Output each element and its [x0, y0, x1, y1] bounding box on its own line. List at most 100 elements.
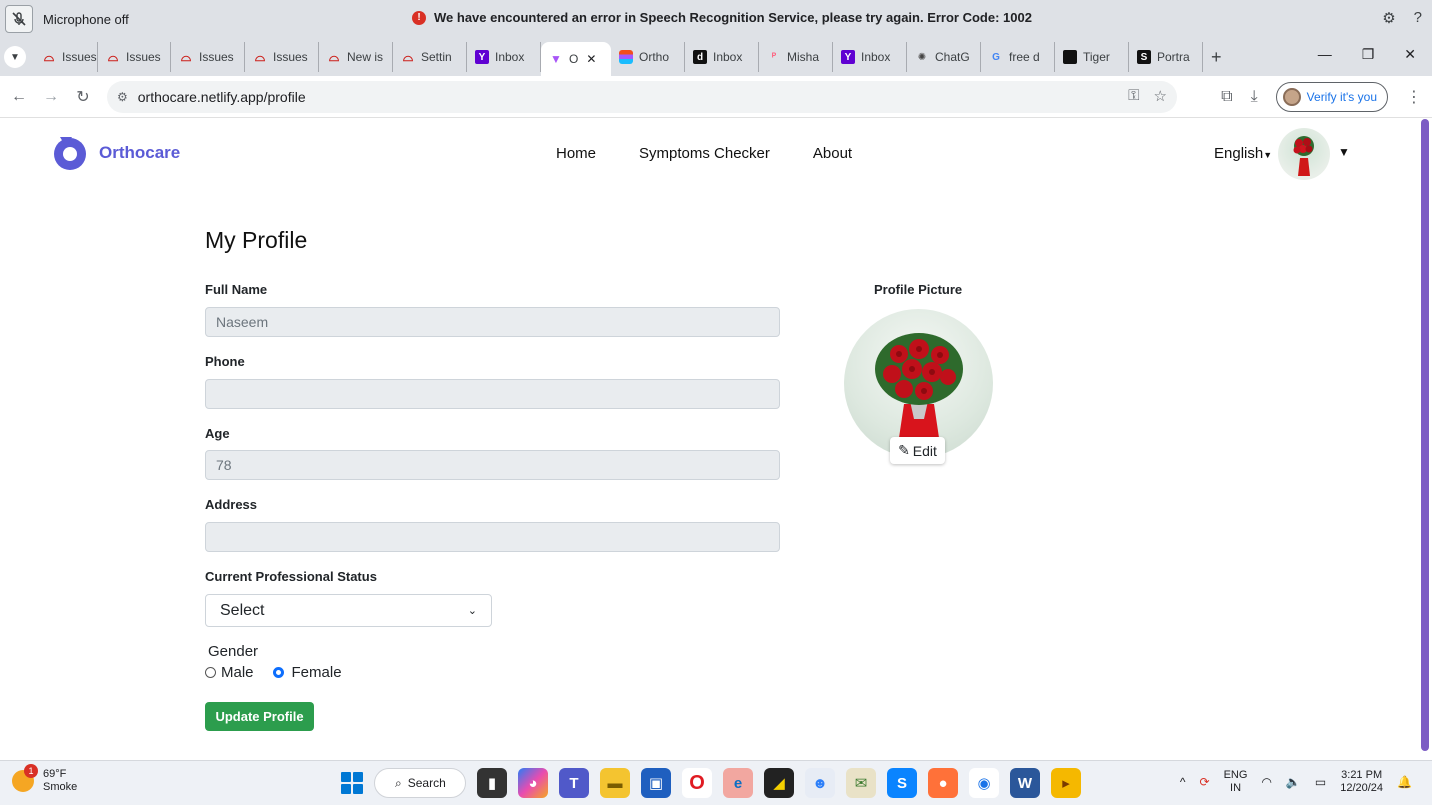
wifi-icon[interactable]: ◠ [1261, 775, 1271, 789]
age-input[interactable]: 78 [205, 450, 780, 480]
microsoft-store-icon[interactable]: ▣ [641, 768, 671, 798]
browser-tab[interactable]: Y Inbox [833, 42, 907, 72]
clock-date: 12/20/24 [1340, 782, 1384, 794]
skype-icon[interactable]: S [887, 768, 917, 798]
browser-tab[interactable]: Gfree d [981, 42, 1055, 72]
tab-search-chevron-down-icon[interactable]: ▼ [4, 46, 26, 68]
password-key-icon[interactable]: ⚿ [1128, 87, 1139, 105]
gender-male-label[interactable]: Male [221, 664, 254, 681]
nav-about-link[interactable]: About [813, 145, 852, 162]
page-scrollbar[interactable] [1414, 119, 1432, 760]
s-app-icon: S [1137, 50, 1151, 64]
forward-arrow-icon[interactable]: → [38, 88, 64, 106]
gender-female-radio[interactable] [272, 667, 284, 678]
browser-menu-kebab-icon[interactable]: ⋮ [1406, 87, 1422, 107]
people-icon[interactable]: ☻ [805, 768, 835, 798]
browser-tab[interactable]: ⌓ New is [319, 42, 393, 72]
full-name-label: Full Name [205, 282, 268, 297]
phone-input[interactable] [205, 379, 780, 409]
gender-label: Gender [208, 643, 259, 660]
tab-label: Misha [787, 50, 820, 64]
browser-tab[interactable]: S Portra [1129, 42, 1203, 72]
caret-down-icon: ▼ [1263, 150, 1273, 160]
gender-male-radio[interactable] [205, 667, 216, 678]
nav-home-link[interactable]: Home [556, 145, 596, 162]
scrollbar-thumb[interactable] [1421, 119, 1429, 751]
inbox-app-icon: d [693, 50, 707, 64]
chrome-icon[interactable]: ◉ [969, 768, 999, 798]
sticky-notes-icon[interactable]: ◢ [764, 768, 794, 798]
battery-icon[interactable]: ▭ [1315, 775, 1326, 789]
weather-temperature: 69°F [43, 768, 67, 780]
brand-logo-link[interactable]: Orthocare [52, 135, 180, 171]
restore-icon[interactable]: ❐ [1362, 46, 1375, 63]
edge-icon[interactable]: e [723, 768, 753, 798]
browser-tab[interactable]: d Inbox [685, 42, 759, 72]
edit-picture-button[interactable]: ✎ Edit [890, 437, 945, 464]
windows-start-icon[interactable] [341, 772, 363, 794]
language-selector[interactable]: English▼ [1214, 145, 1272, 162]
browser-tab[interactable]: Y Inbox [467, 42, 541, 72]
tab-label: Ortho [639, 50, 670, 64]
close-window-icon[interactable]: ✕ [1404, 46, 1416, 63]
browser-tab[interactable]: ⌓ Settin [393, 42, 467, 72]
opera-icon[interactable]: O [682, 768, 712, 798]
professional-status-select[interactable]: Select ⌄ [205, 594, 492, 627]
tiger-icon [1063, 50, 1077, 64]
microphone-off-icon[interactable] [5, 5, 33, 33]
site-info-icon[interactable]: ⚙ [117, 90, 128, 104]
update-profile-button[interactable]: Update Profile [205, 702, 314, 731]
firefox-icon[interactable]: ● [928, 768, 958, 798]
word-icon[interactable]: W [1010, 768, 1040, 798]
gender-female-label[interactable]: Female [292, 664, 342, 681]
browser-tab[interactable]: ᴾ Misha [759, 42, 833, 72]
file-explorer-icon[interactable]: ▬ [600, 768, 630, 798]
address-bar[interactable]: ⚙ orthocare.netlify.app/profile ⚿ ☆ [107, 81, 1177, 113]
teams-icon[interactable]: T [559, 768, 589, 798]
help-icon[interactable]: ? [1414, 9, 1422, 27]
back-arrow-icon[interactable]: ← [6, 88, 32, 106]
weather-description: Smoke [43, 781, 78, 793]
bookmark-star-icon[interactable]: ☆ [1154, 87, 1167, 105]
browser-tab[interactable]: Ortho [611, 42, 685, 72]
account-caret-down-icon[interactable]: ▼ [1338, 145, 1350, 159]
weather-widget[interactable]: 1 69°F Smoke [12, 764, 78, 794]
input-language[interactable]: ENG IN [1224, 769, 1248, 795]
browser-tab-active[interactable]: ▼ O ✕ [541, 42, 611, 76]
full-name-input[interactable]: Naseem [205, 307, 780, 337]
error-icon: ! [412, 10, 426, 25]
address-input[interactable] [205, 522, 780, 552]
address-label: Address [205, 497, 258, 512]
download-icon[interactable]: ⤓ [1251, 88, 1258, 106]
mail-app-icon[interactable]: ✉ [846, 768, 876, 798]
sync-icon[interactable]: ⟳ [1200, 775, 1210, 789]
url-text[interactable]: orthocare.netlify.app/profile [138, 89, 306, 105]
settings-gear-icon[interactable]: ⚙ [1382, 9, 1395, 27]
user-avatar[interactable] [1278, 128, 1330, 180]
copilot-icon[interactable]: ◕ [518, 768, 548, 798]
close-tab-icon[interactable]: ✕ [586, 52, 596, 66]
browser-tab[interactable]: ⌓ Issues [245, 42, 319, 72]
browser-tab[interactable]: ⌓ Issues [98, 42, 171, 72]
new-tab-plus-icon[interactable]: + [1211, 47, 1222, 68]
browser-tab[interactable]: ⌓ Issues [171, 42, 245, 72]
verify-profile-button[interactable]: Verify it's you [1275, 82, 1388, 112]
minimize-icon[interactable]: — [1318, 46, 1332, 63]
nav-symptoms-checker-link[interactable]: Symptoms Checker [639, 145, 770, 162]
terminal-app-icon[interactable]: ▸ [1051, 768, 1081, 798]
tab-label: New is [347, 50, 384, 64]
tab-label: Tiger [1083, 50, 1110, 64]
extensions-puzzle-icon[interactable]: ⧉ [1221, 88, 1232, 106]
browser-tab[interactable]: ✺ ChatG [907, 42, 981, 72]
notifications-bell-icon[interactable]: 🔔 [1397, 775, 1412, 789]
browser-tab[interactable]: ⌓ Issues [34, 42, 98, 72]
browser-tab[interactable]: Tiger [1055, 42, 1129, 72]
volume-muted-icon[interactable]: 🔈 [1286, 775, 1301, 789]
taskbar-search[interactable]: ⌕ Search [374, 768, 466, 798]
task-view-icon[interactable]: ▮ [477, 768, 507, 798]
age-label: Age [205, 426, 230, 441]
clock[interactable]: 3:21 PM 12/20/24 [1340, 769, 1383, 795]
reload-icon[interactable]: ↻ [70, 87, 96, 107]
tray-chevron-up-icon[interactable]: ^ [1180, 775, 1186, 789]
weather-sun-icon: 1 [12, 764, 38, 792]
